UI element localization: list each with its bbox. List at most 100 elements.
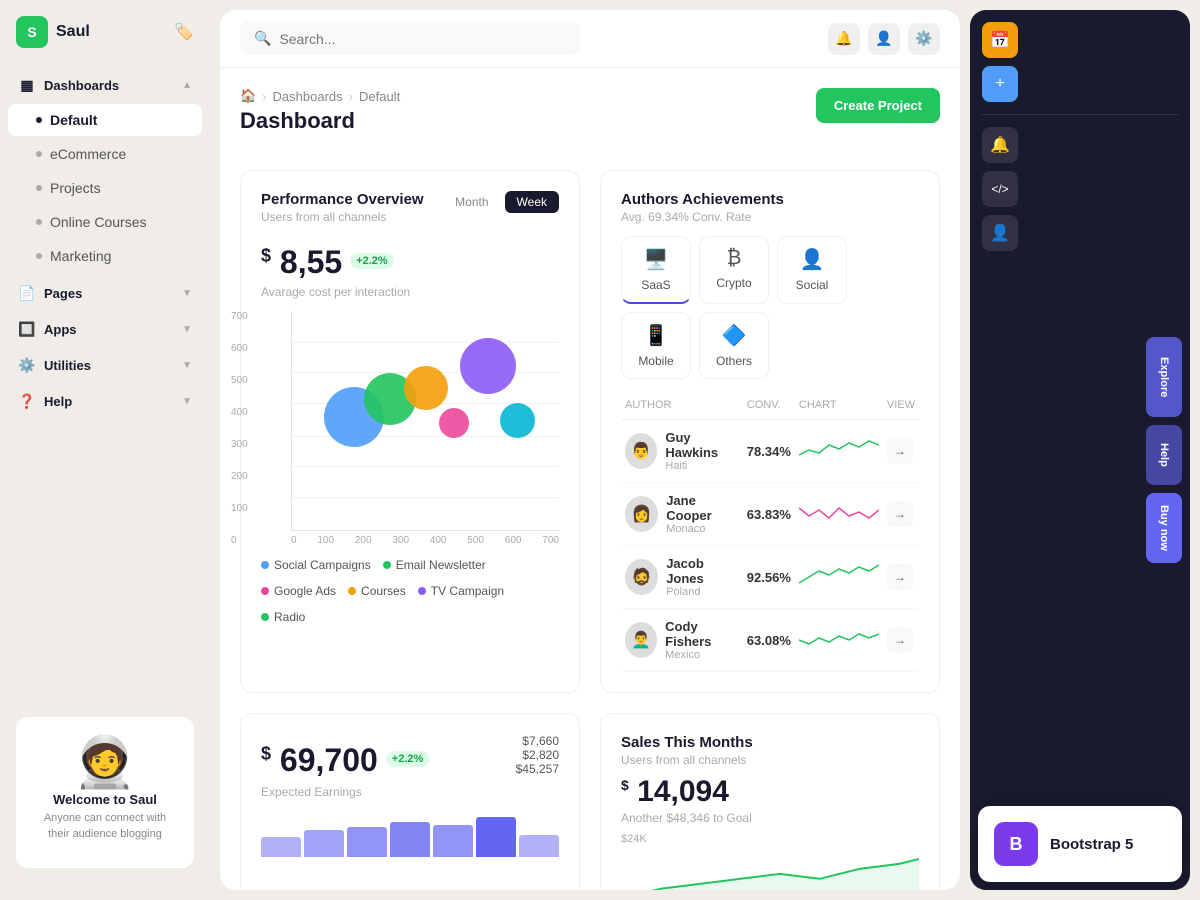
dashboards-icon: ▦	[18, 76, 36, 94]
chart-x-labels: 0 100 200 300 400 500 600 700	[291, 535, 559, 546]
author-location: Haiti	[665, 460, 738, 472]
sidebar-item-label: Utilities	[44, 358, 91, 373]
sidebar-item-marketing[interactable]: Marketing	[8, 240, 202, 272]
chevron-icon: ▼	[182, 360, 192, 371]
main-content: 🔍 🔔 👤 ⚙️ 🏠 › Dashboards › Default Dashbo…	[220, 10, 960, 890]
nav-dot	[36, 151, 42, 157]
tab-month[interactable]: Month	[443, 191, 500, 213]
topbar-bell-icon[interactable]: 🔔	[828, 23, 860, 55]
earnings-badge: +2.2%	[386, 751, 430, 767]
author-name: Jane Cooper	[666, 493, 739, 523]
utilities-icon: ⚙️	[18, 356, 36, 374]
avatar: 🧔	[625, 559, 658, 595]
crypto-icon: ₿	[727, 247, 742, 270]
avatar: 👨	[625, 433, 657, 469]
topbar-settings-icon[interactable]: ⚙️	[908, 23, 940, 55]
nav-dot	[36, 117, 42, 123]
tab-social[interactable]: 👤 Social	[777, 236, 847, 304]
rp-notification-icon[interactable]: 🔔	[982, 127, 1018, 163]
th-author: AUTHOR	[621, 391, 743, 420]
legend-dot	[261, 561, 269, 569]
page-content: 🏠 › Dashboards › Default Dashboard Creat…	[220, 68, 960, 890]
sales-card: Sales This Months Users from all channel…	[600, 713, 940, 890]
bar	[433, 825, 473, 858]
back-icon[interactable]: 🏷️	[174, 22, 194, 42]
sidebar-item-apps[interactable]: 🔲 Apps ▼	[8, 312, 202, 346]
sidebar-item-default[interactable]: Default	[8, 104, 202, 136]
sidebar-item-dashboards[interactable]: ▦ Dashboards ▲	[8, 68, 202, 102]
sidebar-bottom: 🧑‍🚀 Welcome to Saul Anyone can connect w…	[0, 701, 210, 884]
avatar: 👩	[625, 496, 658, 532]
sidebar-item-utilities[interactable]: ⚙️ Utilities ▼	[8, 348, 202, 382]
author-location: Poland	[666, 586, 739, 598]
sidebar-item-label: Apps	[44, 322, 77, 337]
breadcrumb: 🏠 › Dashboards › Default	[240, 88, 400, 104]
tab-mobile[interactable]: 📱 Mobile	[621, 312, 691, 379]
view-button[interactable]: →	[887, 438, 913, 464]
sidebar-item-label: Online Courses	[50, 214, 147, 230]
topbar-user-avatar[interactable]: 👤	[868, 23, 900, 55]
sidebar-item-pages[interactable]: 📄 Pages ▼	[8, 276, 202, 310]
earnings-header: $ 69,700 +2.2% Expected Earnings $7,660 …	[261, 734, 559, 799]
rp-code-icon[interactable]: </>	[982, 171, 1018, 207]
authors-table: AUTHOR CONV. CHART VIEW 👨	[621, 391, 919, 672]
breadcrumb-sep: ›	[262, 89, 266, 104]
view-button[interactable]: →	[887, 501, 913, 527]
chevron-icon: ▼	[182, 288, 192, 299]
sidebar-item-projects[interactable]: Projects	[8, 172, 202, 204]
spark-cell	[795, 546, 883, 609]
breadcrumb-home-icon[interactable]: 🏠	[240, 88, 256, 104]
search-icon: 🔍	[254, 30, 271, 47]
earnings-value: $ 69,700	[261, 742, 378, 779]
conv-value: 92.56%	[743, 546, 795, 609]
sidebar-item-label: Dashboards	[44, 78, 119, 93]
logo-icon: S	[16, 16, 48, 48]
author-name: Guy Hawkins	[665, 430, 738, 460]
explore-button[interactable]: Explore	[1146, 337, 1182, 417]
tab-week[interactable]: Week	[505, 191, 559, 213]
sidebar-item-help[interactable]: ❓ Help ▼	[8, 384, 202, 418]
sidebar-item-label: Projects	[50, 180, 101, 196]
create-project-button[interactable]: Create Project	[816, 88, 940, 123]
bubble-tv	[404, 366, 448, 410]
tab-crypto[interactable]: ₿ Crypto	[699, 236, 769, 304]
help-button[interactable]: Help	[1146, 425, 1182, 485]
buy-button[interactable]: Buy now	[1146, 493, 1182, 563]
conv-value: 78.34%	[743, 420, 795, 483]
tab-others[interactable]: 🔷 Others	[699, 312, 769, 379]
welcome-title: Welcome to Saul	[32, 792, 178, 807]
sidebar-item-online-courses[interactable]: Online Courses	[8, 206, 202, 238]
breadcrumb-dashboards[interactable]: Dashboards	[273, 89, 343, 104]
perf-price: $ 8,55	[261, 244, 342, 281]
table-row: 👨 Guy Hawkins Haiti 78.34%	[621, 420, 919, 483]
bar	[304, 830, 344, 858]
author-name: Cody Fishers	[665, 619, 739, 649]
chevron-icon: ▼	[182, 396, 192, 407]
view-button[interactable]: →	[887, 564, 913, 590]
perf-subtitle: Users from all channels	[261, 210, 424, 224]
sidebar-item-label: eCommerce	[50, 146, 126, 162]
rp-user-icon[interactable]: 👤	[982, 215, 1018, 251]
th-view: VIEW	[883, 391, 919, 420]
bubble-chart-inner: 700 600 500 400 300 200 100 0	[261, 311, 559, 531]
page-header-left: 🏠 › Dashboards › Default Dashboard	[240, 88, 400, 134]
sidebar-logo: S Saul 🏷️	[0, 16, 210, 68]
sidebar-item-label: Default	[50, 112, 97, 128]
breadcrumb-sep2: ›	[349, 89, 353, 104]
tab-saas[interactable]: 🖥️ SaaS	[621, 236, 691, 304]
sidebar-item-ecommerce[interactable]: eCommerce	[8, 138, 202, 170]
astronaut-illustration: 🧑‍🚀	[32, 733, 178, 792]
author-location: Mexico	[665, 649, 739, 661]
chart-legend: Social Campaigns Email Newsletter Google…	[261, 558, 559, 624]
earnings-bars	[261, 807, 559, 857]
rp-add-icon[interactable]: +	[982, 66, 1018, 102]
rp-calendar-icon[interactable]: 📅	[982, 22, 1018, 58]
perf-title: Performance Overview	[261, 191, 424, 208]
search-input[interactable]	[279, 31, 566, 47]
view-cell: →	[883, 483, 919, 546]
legend-dot	[418, 587, 426, 595]
view-button[interactable]: →	[887, 627, 913, 653]
bar	[390, 822, 430, 857]
search-box[interactable]: 🔍	[240, 22, 580, 55]
legend-radio: Radio	[261, 610, 305, 624]
